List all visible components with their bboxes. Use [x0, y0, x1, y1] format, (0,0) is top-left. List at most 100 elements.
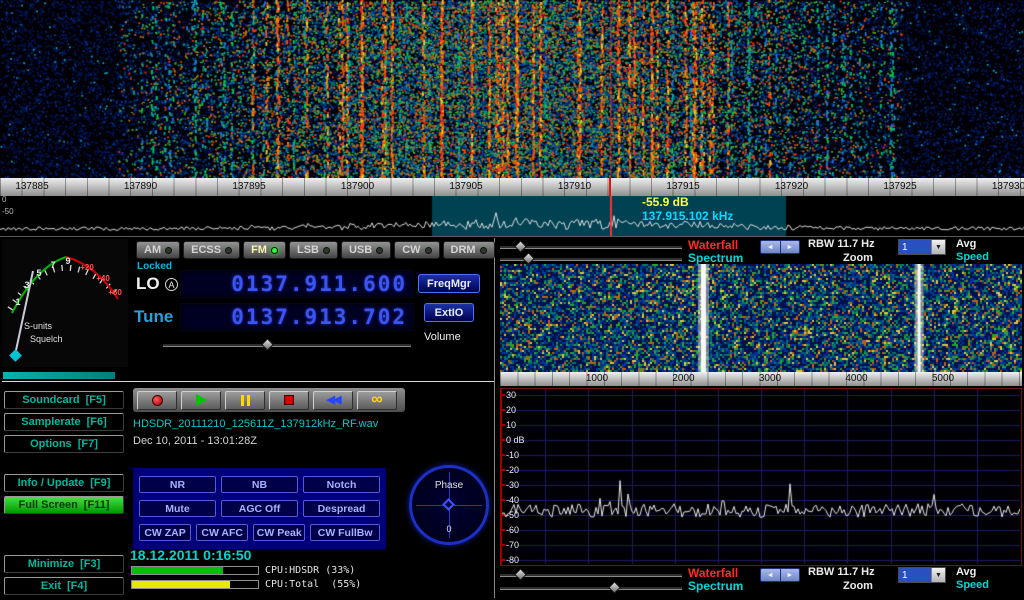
avg-combobox[interactable]: 1 ▼ [898, 239, 946, 255]
spin-right-icon[interactable]: ► [781, 241, 800, 253]
avg-combobox-bottom[interactable]: 1 ▼ [898, 567, 946, 583]
combobox-value: 1 [899, 240, 931, 254]
slider-track [163, 344, 411, 347]
mode-cw-button[interactable]: CW [394, 241, 439, 259]
slider-thumb[interactable] [522, 252, 535, 265]
mode-lsb-button[interactable]: LSB [289, 241, 338, 259]
button-hotkey: [F4] [67, 580, 87, 592]
slider-thumb[interactable] [514, 568, 527, 581]
slider-thumb[interactable] [261, 338, 274, 351]
mode-am-button[interactable]: AM [136, 241, 180, 259]
stop-button[interactable] [269, 391, 309, 410]
cw-afc-button[interactable]: CW AFC [196, 524, 248, 541]
fullscreen-button[interactable]: Full Screen [F11] [4, 496, 124, 514]
mode-ecss-button[interactable]: ECSS [183, 241, 240, 259]
main-waterfall-display[interactable] [0, 0, 1024, 178]
speed-label: Speed [956, 251, 989, 263]
play-button[interactable] [181, 391, 221, 410]
s-plus-label: +20 [80, 263, 94, 272]
s-label: 1 [15, 297, 20, 307]
strip-db-axis-top: 0 [2, 195, 6, 204]
scale-tick-label: 1000 [586, 373, 608, 384]
button-hotkey: [F9] [90, 477, 110, 489]
main-spectrum-canvas[interactable] [0, 196, 1024, 236]
notch-button[interactable]: Notch [303, 476, 380, 493]
s-meter[interactable]: 1 3 5 7 9 +20 +40 +60 S-units Squelch [2, 239, 128, 367]
volume-slider[interactable] [163, 340, 411, 350]
soundcard-button[interactable]: Soundcard [F5] [4, 391, 124, 409]
extio-button[interactable]: ExtIO [424, 303, 474, 322]
audio-spectrum-canvas[interactable] [502, 389, 1020, 564]
slider-thumb[interactable] [514, 240, 527, 253]
rewind-icon: ◀◀ [327, 395, 340, 406]
scale-tick-label: 137930 [992, 181, 1024, 192]
db-axis-label: -20 [506, 465, 519, 475]
button-hotkey: [F5] [86, 394, 106, 406]
mode-drm-button[interactable]: DRM [443, 241, 495, 259]
freqmgr-button[interactable]: FreqMgr [418, 274, 480, 293]
record-button[interactable] [137, 391, 177, 410]
lo-auto-badge[interactable]: A [165, 278, 178, 291]
zoom-label-bottom: Zoom [843, 580, 873, 592]
spin-left-icon[interactable]: ◄ [761, 241, 781, 253]
spin-right-icon[interactable]: ► [781, 569, 800, 581]
squelch-level-bar[interactable] [3, 372, 115, 379]
chevron-down-icon[interactable]: ▼ [931, 240, 945, 254]
volume-label: Volume [424, 331, 461, 343]
cw-peak-button[interactable]: CW Peak [253, 524, 305, 541]
cw-fullbw-button[interactable]: CW FullBw [310, 524, 380, 541]
lo-frequency-display[interactable]: 0137.911.600 [180, 270, 414, 298]
scale-tick-label: 137885 [15, 181, 48, 192]
locked-label: Locked [137, 261, 172, 272]
spin-left-icon[interactable]: ◄ [761, 569, 781, 581]
despread-button[interactable]: Despread [303, 500, 380, 517]
mode-label: AM [144, 244, 161, 256]
nr-button[interactable]: NR [139, 476, 216, 493]
cw-zap-button[interactable]: CW ZAP [139, 524, 191, 541]
mode-led-icon [480, 247, 487, 254]
s-plus-label: +40 [96, 274, 110, 283]
pause-button[interactable] [225, 391, 265, 410]
frequency-scale[interactable]: 1378851378901378951379001379051379101379… [0, 178, 1024, 196]
tune-frequency-display[interactable]: 0137.913.702 [180, 303, 414, 331]
s-units-label: S-units [24, 321, 53, 331]
mode-usb-button[interactable]: USB [341, 241, 391, 259]
tune-label: Tune [134, 307, 173, 327]
exit-button[interactable]: Exit [F4] [4, 577, 124, 595]
button-label: Soundcard [22, 394, 79, 406]
phase-indicator[interactable]: Phase 0 [409, 465, 489, 545]
stop-icon [284, 395, 294, 405]
db-axis-label: 10 [506, 420, 516, 430]
mute-button[interactable]: Mute [139, 500, 216, 517]
recording-date: Dec 10, 2011 - 13:01:28Z [133, 435, 257, 447]
options-button[interactable]: Options [F7] [4, 435, 124, 453]
audio-spectrum-display[interactable]: 3020100 dB-10-20-30-40-50-60-70-80 [500, 388, 1022, 566]
spectrum-contrast-slider-bottom[interactable] [500, 583, 682, 593]
chevron-down-icon[interactable]: ▼ [931, 568, 945, 582]
hdsdr-window: 1378851378901378951379001379051379101379… [0, 0, 1024, 600]
slider-thumb[interactable] [608, 581, 621, 594]
nb-button[interactable]: NB [221, 476, 298, 493]
db-axis-label: 20 [506, 405, 516, 415]
zoom-label: Zoom [843, 252, 873, 264]
mode-fm-button[interactable]: FM [243, 241, 286, 259]
audio-frequency-scale[interactable]: 10002000300040005000 [500, 372, 1022, 386]
agc-off-button[interactable]: AGC Off [221, 500, 298, 517]
main-spectrum-display[interactable]: 0 -50 -55.9 dB 137.915.102 kHz [0, 196, 1024, 236]
rewind-button[interactable]: ◀◀ [313, 391, 353, 410]
waterfall-brightness-slider-bottom[interactable] [500, 570, 682, 580]
scale-tick-label: 137900 [341, 181, 374, 192]
minimize-button[interactable]: Minimize [F3] [4, 555, 124, 573]
datetime-display: 18.12.2011 0:16:50 [130, 547, 251, 563]
spectrum-contrast-slider[interactable] [500, 254, 682, 264]
db-axis-label: -10 [506, 450, 519, 460]
phase-marker-icon [442, 498, 455, 511]
loop-button[interactable]: ∞ [357, 391, 397, 410]
cpu-total-fill [132, 581, 230, 588]
scale-tick-label: 5000 [932, 373, 954, 384]
spectrum-label: Spectrum [688, 251, 743, 265]
waterfall-brightness-slider[interactable] [500, 242, 682, 252]
samplerate-button[interactable]: Samplerate [F6] [4, 413, 124, 431]
info-update-button[interactable]: Info / Update [F9] [4, 474, 124, 492]
audio-waterfall-display[interactable] [500, 264, 1022, 372]
